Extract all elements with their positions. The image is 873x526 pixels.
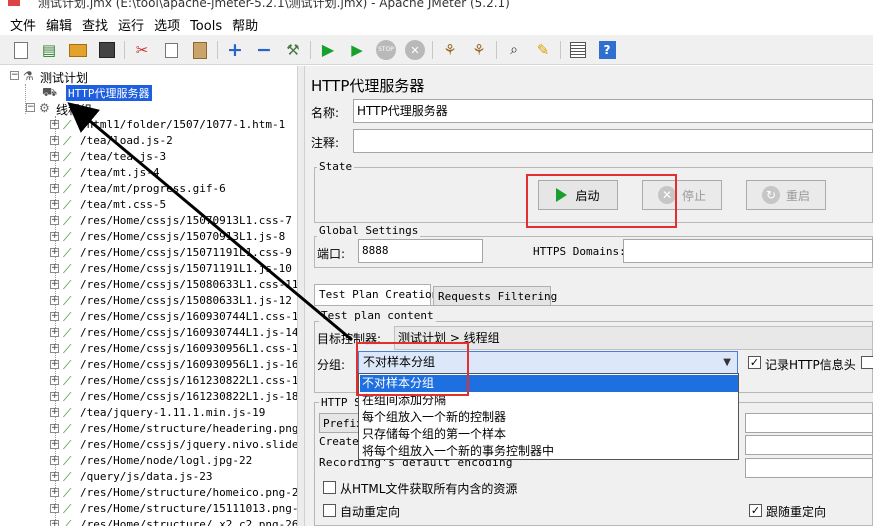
annotation-arrow <box>67 102 353 342</box>
